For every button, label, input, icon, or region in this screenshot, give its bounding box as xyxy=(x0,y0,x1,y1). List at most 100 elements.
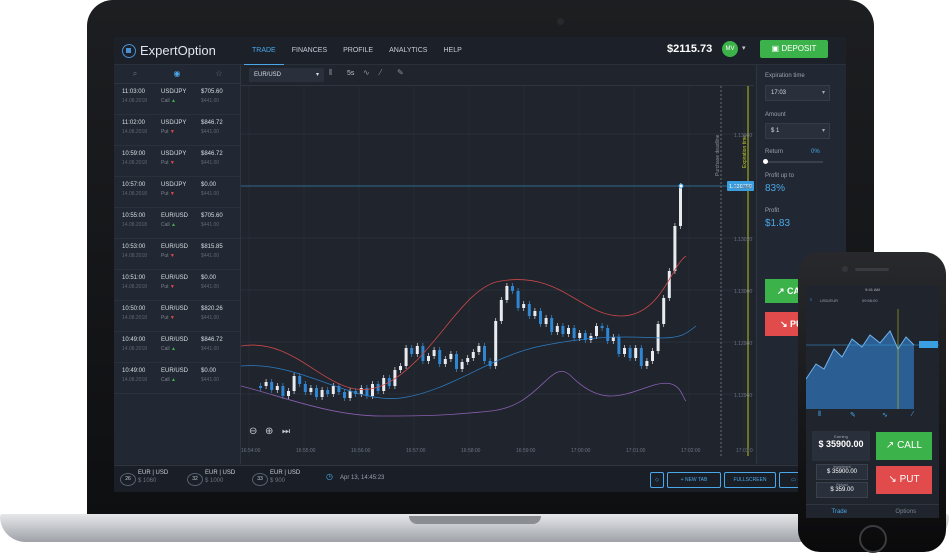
candle xyxy=(483,346,486,361)
arrow-down-icon: ▼ xyxy=(169,129,175,135)
trade-direction: Put ▼ xyxy=(161,315,175,321)
new-tab-button[interactable]: + NEW TAB xyxy=(667,472,721,488)
candle xyxy=(449,354,453,359)
return-label: Return xyxy=(765,149,784,155)
zoom-in-icon[interactable]: ⊕ xyxy=(265,426,273,437)
candle xyxy=(259,386,262,388)
indicator-icon[interactable]: ∿ xyxy=(363,68,370,77)
candle xyxy=(460,362,464,369)
candle xyxy=(281,386,285,396)
indicator-icon[interactable]: ∿ xyxy=(882,411,888,419)
trade-investment: $441.00 xyxy=(201,222,220,228)
fullscreen-button[interactable]: FULLSCREEN xyxy=(724,472,776,488)
draw-line-icon[interactable]: ⁄ xyxy=(912,411,913,418)
candle xyxy=(348,391,352,398)
deposit-button[interactable]: ▣ DEPOSIT xyxy=(760,40,828,58)
main-nav: TRADE FINANCES PROFILE ANALYTICS HELP xyxy=(244,37,470,65)
trade-row[interactable]: 11:03:00 14.08.2018 USD/JPY Call ▲ $705.60 $4… xyxy=(114,84,240,115)
x-tick-label: 16:58:00 xyxy=(461,448,481,454)
trade-row[interactable]: 10:49:00 14.08.2018 EUR/USD Call ▲ $846.72 $4… xyxy=(114,332,240,363)
candle xyxy=(522,304,526,308)
arrow-down-icon: ▼ xyxy=(169,191,175,197)
candles-icon[interactable]: ⫴ xyxy=(329,68,332,78)
zoom-out-icon[interactable]: ⊖ xyxy=(249,426,257,437)
trade-direction: Call ▲ xyxy=(161,98,176,104)
logo-text: ExpertOption xyxy=(140,43,216,58)
candle xyxy=(505,286,509,300)
settings-icon[interactable]: ◇ xyxy=(650,472,664,488)
tab-options[interactable]: Options xyxy=(873,505,940,518)
nav-help[interactable]: HELP xyxy=(435,37,469,64)
logo-icon xyxy=(122,43,136,58)
candle xyxy=(662,298,666,324)
asset-select[interactable]: EUR/USD ▾ xyxy=(249,68,324,82)
trade-amount: $815.85 xyxy=(201,244,223,250)
y-tick-label: 1.13020 xyxy=(734,237,752,243)
trade-row[interactable]: 10:59:00 14.08.2018 USD/JPY Put ▼ $846.72 $44… xyxy=(114,146,240,177)
logo[interactable]: ExpertOption xyxy=(122,43,216,58)
trade-time: 11:03:00 xyxy=(122,89,145,95)
account-balance[interactable]: $2115.73 xyxy=(667,43,712,55)
candle xyxy=(611,337,615,341)
slider-handle[interactable] xyxy=(763,159,768,164)
search-icon[interactable]: ⌕ xyxy=(114,65,156,83)
x-tick-label: 17:02:00 xyxy=(681,448,701,454)
trade-list: 11:03:00 14.08.2018 USD/JPY Call ▲ $705.60 $4… xyxy=(114,84,240,394)
candle xyxy=(600,326,604,328)
trade-row[interactable]: 10:53:00 14.08.2018 EUR/USD Put ▼ $815.85 $44… xyxy=(114,239,240,270)
trade-row[interactable]: 11:02:00 14.08.2018 USD/JPY Put ▼ $846.72 $44… xyxy=(114,115,240,146)
candle xyxy=(477,346,481,352)
trade-date: 14.08.2018 xyxy=(122,98,148,104)
phone-put-button[interactable]: ↘ PUT xyxy=(876,466,932,494)
phone-status-bar: 9:41 AM xyxy=(865,287,880,292)
star-icon[interactable]: ☆ xyxy=(198,65,240,83)
chart-icon[interactable]: ◉ xyxy=(156,65,198,83)
candle xyxy=(623,348,626,354)
phone-home-button[interactable] xyxy=(859,525,887,553)
investment-box[interactable]: Investment $ 35900.00 xyxy=(816,464,868,480)
candle xyxy=(634,348,638,358)
trade-row[interactable]: 10:57:00 14.08.2018 USD/JPY Put ▼ $0.00 $441.… xyxy=(114,177,240,208)
phone-chart[interactable] xyxy=(806,309,939,409)
trade-amount: $705.60 xyxy=(201,213,223,219)
x-tick-label: 16:55:00 xyxy=(296,448,316,454)
trade-row[interactable]: 10:50:00 14.08.2018 EUR/USD Put ▼ $820.26 $44… xyxy=(114,301,240,332)
trade-row[interactable]: 10:55:00 14.08.2018 EUR/USD Call ▲ $705.60 $4… xyxy=(114,208,240,239)
expiration-select[interactable]: 17:03 ▾ xyxy=(765,85,830,101)
nav-finances[interactable]: FINANCES xyxy=(284,37,335,64)
nav-trade[interactable]: TRADE xyxy=(244,37,284,65)
candles-icon[interactable]: ⫴ xyxy=(818,411,821,419)
return-slider[interactable] xyxy=(763,159,823,164)
trade-amount: $0.00 xyxy=(201,182,217,188)
trade-time: 10:51:00 xyxy=(122,275,146,281)
arrow-up-icon: ▲ xyxy=(171,377,176,383)
avatar[interactable]: MV xyxy=(722,41,738,57)
phone-asset[interactable]: USD/EUR xyxy=(820,298,838,303)
menu-icon[interactable]: ≡ xyxy=(810,297,812,302)
deposit-label: DEPOSIT xyxy=(781,44,817,53)
candle xyxy=(533,311,537,316)
nav-profile[interactable]: PROFILE xyxy=(335,37,381,64)
tab-trade[interactable]: Trade xyxy=(806,505,873,518)
asset-tab-amount: $ 1000 xyxy=(205,478,224,484)
trade-row[interactable]: 10:49:00 14.08.2018 EUR/USD Call ▲ $0.00 $441… xyxy=(114,363,240,394)
amount-input[interactable]: $ 1 ▾ xyxy=(765,123,830,139)
trade-direction-label: Put xyxy=(161,191,169,197)
pencil-icon[interactable]: ✎ xyxy=(850,411,856,419)
chart-canvas[interactable]: Purchase deadline Expiration time1.130790… xyxy=(240,86,754,456)
history-tabs: ⌕ ◉ ☆ xyxy=(114,65,240,84)
candle xyxy=(359,388,363,394)
phone-screen: 9:41 AM ≡ USD/EUR 09:56:00 ⫴ ✎ ∿ ⁄ Earni… xyxy=(806,285,939,518)
trade-row[interactable]: 10:51:00 14.08.2018 EUR/USD Put ▼ $0.00 $441.… xyxy=(114,270,240,301)
draw-line-icon[interactable]: ⁄ xyxy=(380,68,381,77)
x-tick-label: 16:57:00 xyxy=(406,448,426,454)
pencil-icon[interactable]: ✎ xyxy=(397,68,404,77)
nav-analytics[interactable]: ANALYTICS xyxy=(381,37,435,64)
x-tick-label: 17:01:00 xyxy=(626,448,646,454)
timeframe-select[interactable]: 5s xyxy=(347,70,354,77)
price-chart[interactable]: Purchase deadline Expiration time 1.130790… xyxy=(240,86,754,456)
trade-direction-label: Call xyxy=(161,222,170,228)
chevron-down-icon[interactable]: ▾ xyxy=(742,44,746,52)
phone-call-button[interactable]: ↗ CALL xyxy=(876,432,932,460)
skip-forward-icon[interactable]: ⏭ xyxy=(282,426,290,436)
